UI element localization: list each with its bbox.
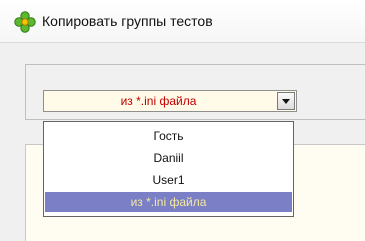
green-flower-icon [14, 11, 36, 33]
dropdown-list: Гость Daniil User1 из *.ini файла [43, 121, 294, 217]
combobox-value: из *.ini файла [120, 94, 197, 108]
title-bar[interactable]: Копировать группы тестов [0, 0, 365, 42]
source-combobox[interactable]: из *.ini файла [43, 90, 297, 112]
combobox-dropdown-button[interactable] [277, 92, 295, 110]
dropdown-item-ini-file[interactable]: из *.ini файла [45, 192, 292, 212]
dialog-window: Копировать группы тестов из *.ini файла … [0, 0, 365, 241]
dropdown-item-user1[interactable]: User1 [45, 170, 292, 190]
window-title: Копировать группы тестов [42, 13, 213, 29]
dropdown-arrow-icon [282, 99, 290, 104]
dropdown-item-daniil[interactable]: Daniil [45, 148, 292, 168]
dropdown-item-guest[interactable]: Гость [45, 126, 292, 146]
